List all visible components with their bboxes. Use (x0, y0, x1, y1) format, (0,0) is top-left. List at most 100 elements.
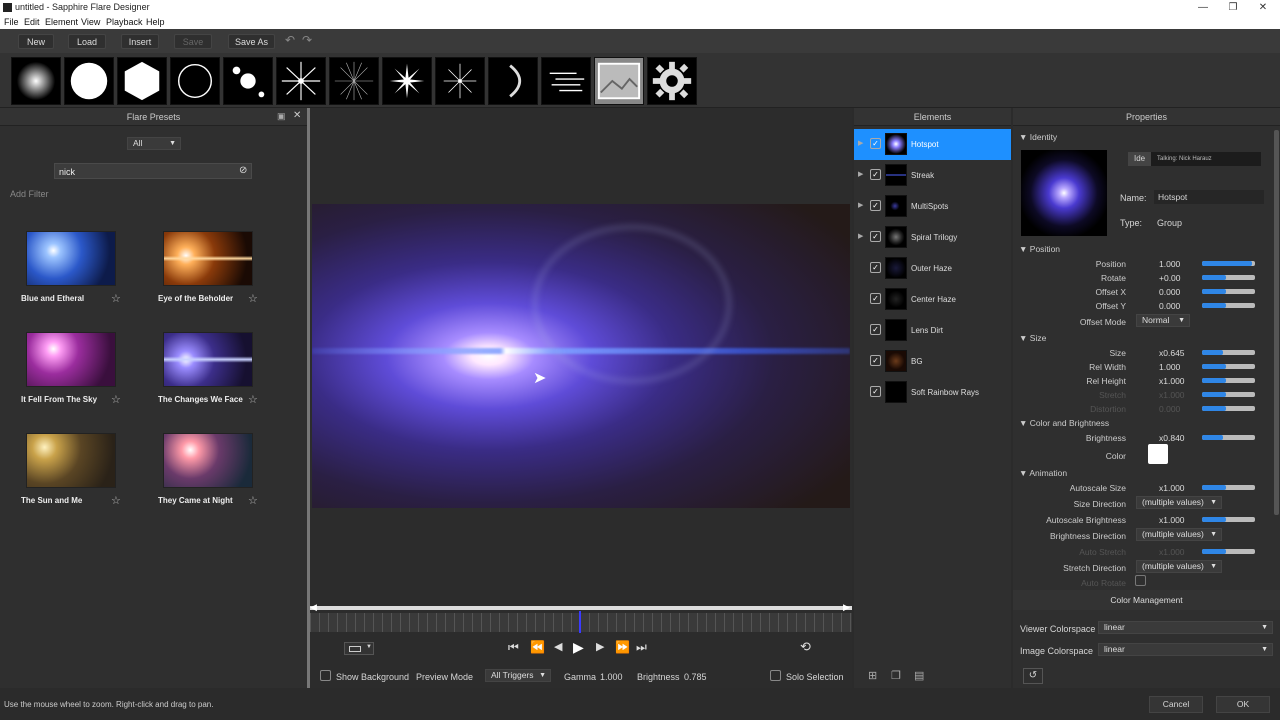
fast-forward-icon[interactable]: ⏩ (615, 640, 630, 654)
offset-x-slider[interactable] (1202, 289, 1255, 294)
preset-card[interactable]: Blue and Etheral ☆ (21, 231, 146, 311)
rotate-value[interactable]: +0.00 (1159, 273, 1181, 283)
clear-search-icon[interactable]: ⊘ (239, 165, 247, 176)
range-start-handle[interactable]: ◀ (310, 602, 317, 613)
sparkle-icon[interactable] (435, 57, 485, 105)
element-row-streak[interactable]: ▶ ✓ Streak (854, 160, 1011, 191)
image-icon[interactable] (594, 57, 644, 105)
play-icon[interactable]: ▶ (573, 639, 584, 656)
autoscale-brightness-slider[interactable] (1202, 517, 1255, 522)
delete-element-icon[interactable]: ▤ (914, 669, 924, 682)
element-visible-checkbox[interactable]: ✓ (870, 169, 881, 180)
hexagon-icon[interactable] (117, 57, 167, 105)
element-row-spiral-trilogy[interactable]: ▶ ✓ Spiral Trilogy (854, 222, 1011, 253)
size-section-header[interactable]: ▼ Size (1019, 333, 1046, 343)
element-visible-checkbox[interactable]: ✓ (870, 138, 881, 149)
rel-height-value[interactable]: x1.000 (1159, 376, 1185, 386)
properties-scrollbar[interactable] (1274, 130, 1279, 515)
position-value[interactable]: 1.000 (1159, 259, 1180, 269)
rel-width-slider[interactable] (1202, 364, 1255, 369)
rotate-slider[interactable] (1202, 275, 1255, 280)
element-visible-checkbox[interactable]: ✓ (870, 355, 881, 366)
brightness-value[interactable]: 0.785 (684, 672, 707, 682)
new-button[interactable]: New (18, 34, 54, 49)
streaks-icon[interactable] (541, 57, 591, 105)
favorite-star-icon[interactable]: ☆ (248, 494, 258, 507)
pin-icon[interactable]: ▣ (277, 111, 286, 122)
search-input[interactable]: nick ⊘ (54, 163, 252, 179)
element-visible-checkbox[interactable]: ✓ (870, 262, 881, 273)
element-row-outer-haze[interactable]: ✓ Outer Haze (854, 253, 1011, 284)
animation-section-header[interactable]: ▼ Animation (1019, 468, 1067, 478)
element-visible-checkbox[interactable]: ✓ (870, 231, 881, 242)
preset-card[interactable]: It Fell From The Sky ☆ (21, 332, 146, 412)
identity-section-header[interactable]: ▼ Identity (1019, 132, 1057, 142)
position-section-header[interactable]: ▼ Position (1019, 244, 1060, 254)
save-button[interactable]: Save (174, 34, 212, 49)
favorite-star-icon[interactable]: ☆ (111, 292, 121, 305)
rewind-icon[interactable]: ⏪ (530, 640, 545, 654)
favorite-star-icon[interactable]: ☆ (248, 393, 258, 406)
circle-icon[interactable] (64, 57, 114, 105)
save-as-button[interactable]: Save As (228, 34, 275, 49)
glow-icon[interactable] (11, 57, 61, 105)
go-to-start-icon[interactable]: ⏮ (508, 640, 519, 655)
element-row-center-haze[interactable]: ✓ Center Haze (854, 284, 1011, 315)
element-row-hotspot[interactable]: ▶ ✓ Hotspot (854, 129, 1011, 160)
insert-button[interactable]: Insert (121, 34, 159, 49)
cancel-button[interactable]: Cancel (1149, 696, 1203, 713)
maximize-button[interactable]: ❐ (1216, 0, 1250, 15)
favorite-star-icon[interactable]: ☆ (111, 494, 121, 507)
element-row-lens-dirt[interactable]: ✓ Lens Dirt (854, 315, 1011, 346)
autoscale-brightness-value[interactable]: x1.000 (1159, 515, 1185, 525)
star-icon[interactable] (276, 57, 326, 105)
expand-arrow-icon[interactable]: ▶ (858, 170, 863, 178)
color-section-header[interactable]: ▼ Color and Brightness (1019, 418, 1109, 428)
viewer-colorspace-dropdown[interactable]: linear ▼ (1098, 621, 1273, 634)
step-back-icon[interactable]: ◀ (554, 640, 562, 653)
brightness-direction-dropdown[interactable]: (multiple values) ▼ (1136, 528, 1222, 541)
name-input[interactable]: Hotspot (1154, 190, 1264, 204)
spikes-icon[interactable] (382, 57, 432, 105)
loop-icon[interactable]: ⟲ (800, 639, 811, 655)
expand-arrow-icon[interactable]: ▶ (858, 232, 863, 240)
menu-view[interactable]: View (81, 15, 100, 29)
position-slider[interactable] (1202, 261, 1255, 266)
stretch-direction-dropdown[interactable]: (multiple values) ▼ (1136, 560, 1222, 573)
auto-rotate-checkbox[interactable] (1135, 575, 1146, 586)
menu-playback[interactable]: Playback (106, 15, 143, 29)
size-value[interactable]: x0.645 (1159, 348, 1185, 358)
timeline-ruler[interactable] (310, 613, 852, 632)
aspect-dropdown[interactable]: ▼ (344, 642, 374, 655)
add-filter-link[interactable]: Add Filter (10, 189, 49, 199)
menu-help[interactable]: Help (146, 15, 165, 29)
rays-icon[interactable] (329, 57, 379, 105)
element-visible-checkbox[interactable]: ✓ (870, 386, 881, 397)
color-swatch[interactable] (1148, 444, 1168, 464)
expand-arrow-icon[interactable]: ▶ (858, 139, 863, 147)
undo-icon[interactable]: ↶ (285, 33, 295, 47)
preset-card[interactable]: Eye of the Beholder ☆ (158, 231, 283, 311)
size-slider[interactable] (1202, 350, 1255, 355)
preset-card[interactable]: The Changes We Face ☆ (158, 332, 283, 412)
reset-icon[interactable]: ↺ (1023, 668, 1043, 684)
image-colorspace-dropdown[interactable]: linear ▼ (1098, 643, 1273, 656)
ring-icon[interactable] (170, 57, 220, 105)
offset-x-value[interactable]: 0.000 (1159, 287, 1180, 297)
duplicate-element-icon[interactable]: ❐ (891, 669, 901, 682)
element-row-soft-rainbow-rays[interactable]: ✓ Soft Rainbow Rays (854, 377, 1011, 408)
filter-dropdown[interactable]: All ▼ (127, 137, 181, 150)
flare-preview-canvas[interactable]: ➤ (312, 204, 850, 508)
favorite-star-icon[interactable]: ☆ (248, 292, 258, 305)
redo-icon[interactable]: ↷ (302, 33, 312, 47)
go-to-end-icon[interactable]: ⏭ (636, 640, 647, 655)
brightness-slider[interactable] (1202, 435, 1255, 440)
rel-width-value[interactable]: 1.000 (1159, 362, 1180, 372)
timeline-range-bar[interactable] (310, 606, 852, 610)
element-visible-checkbox[interactable]: ✓ (870, 293, 881, 304)
autoscale-size-value[interactable]: x1.000 (1159, 483, 1185, 493)
show-background-checkbox[interactable] (320, 670, 331, 681)
preset-card[interactable]: They Came at Night ☆ (158, 433, 283, 513)
preset-card[interactable]: The Sun and Me ☆ (21, 433, 146, 513)
gear-icon[interactable] (647, 57, 697, 105)
